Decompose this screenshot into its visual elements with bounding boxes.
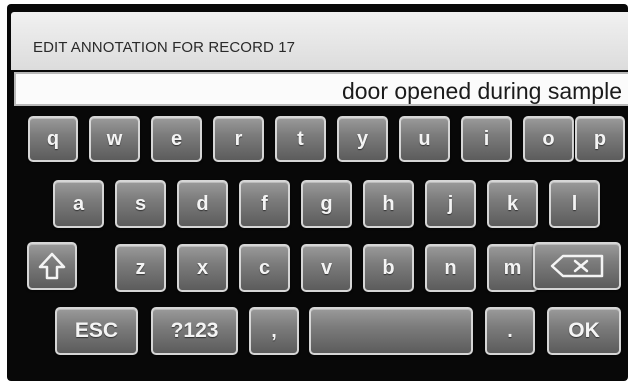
key-k[interactable]: k xyxy=(487,180,538,228)
key-f[interactable]: f xyxy=(239,180,290,228)
key-v[interactable]: v xyxy=(301,244,352,292)
backspace-key[interactable] xyxy=(533,242,621,290)
key-c[interactable]: c xyxy=(239,244,290,292)
space-bar[interactable] xyxy=(309,307,473,355)
key-i[interactable]: i xyxy=(461,116,512,162)
key-t[interactable]: t xyxy=(275,116,326,162)
key-comma[interactable]: , xyxy=(249,307,299,355)
key-p[interactable]: p xyxy=(575,116,625,162)
backspace-icon xyxy=(550,254,604,278)
key-b[interactable]: b xyxy=(363,244,414,292)
key-x[interactable]: x xyxy=(177,244,228,292)
key-g[interactable]: g xyxy=(301,180,352,228)
keyboard-screen: EDIT ANNOTATION FOR RECORD 17 door opene… xyxy=(7,4,628,381)
shift-key[interactable] xyxy=(27,242,77,290)
key-q[interactable]: q xyxy=(28,116,78,162)
ok-button[interactable]: OK xyxy=(547,307,621,355)
key-y[interactable]: y xyxy=(337,116,388,162)
key-w[interactable]: w xyxy=(89,116,140,162)
key-j[interactable]: j xyxy=(425,180,476,228)
key-r[interactable]: r xyxy=(213,116,264,162)
key-o[interactable]: o xyxy=(523,116,574,162)
key-s[interactable]: s xyxy=(115,180,166,228)
key-m[interactable]: m xyxy=(487,244,538,292)
symbols-key[interactable]: ?123 xyxy=(151,307,238,355)
shift-arrow-icon xyxy=(38,252,66,280)
key-n[interactable]: n xyxy=(425,244,476,292)
onscreen-keyboard: q w e r t y u i o p a s d f g h j k l z … xyxy=(7,4,628,381)
key-a[interactable]: a xyxy=(53,180,104,228)
key-e[interactable]: e xyxy=(151,116,202,162)
key-z[interactable]: z xyxy=(115,244,166,292)
key-u[interactable]: u xyxy=(399,116,450,162)
key-period[interactable]: . xyxy=(485,307,535,355)
key-l[interactable]: l xyxy=(549,180,600,228)
key-d[interactable]: d xyxy=(177,180,228,228)
esc-key[interactable]: ESC xyxy=(55,307,138,355)
key-h[interactable]: h xyxy=(363,180,414,228)
